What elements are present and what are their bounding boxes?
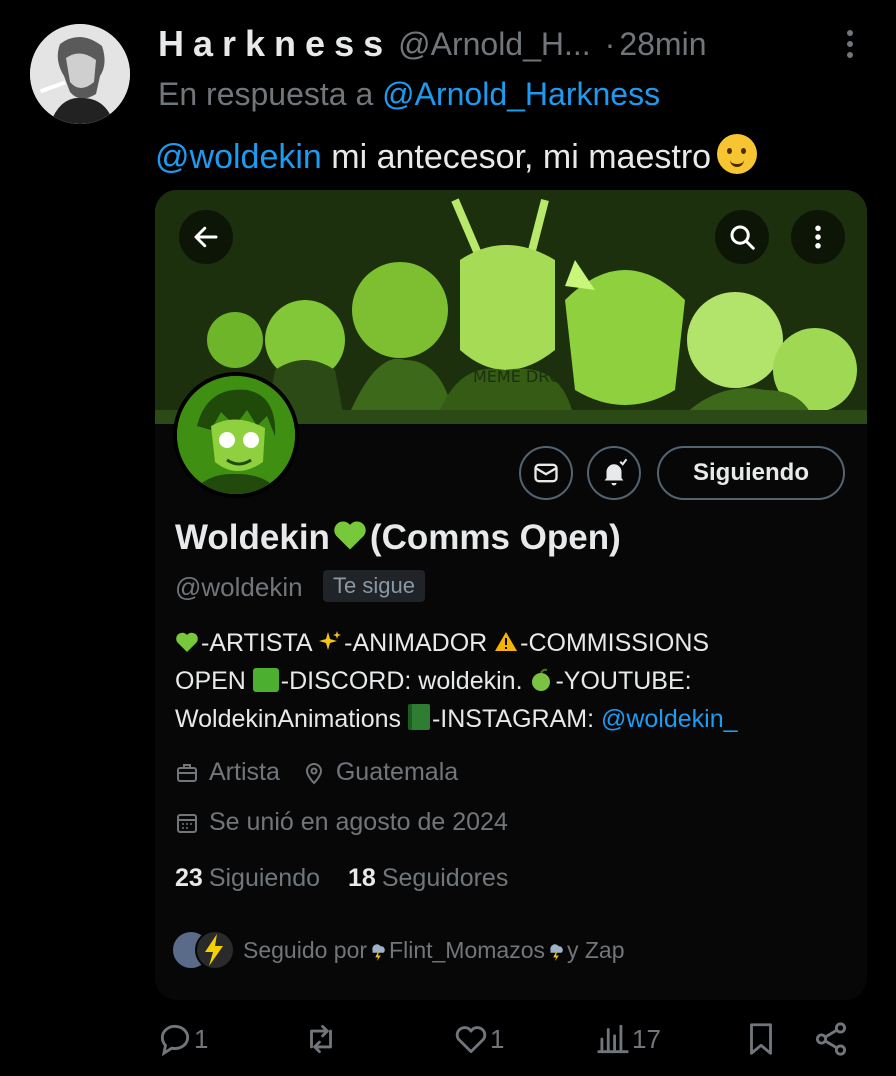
tweet-text: @woldekin mi antecesor, mi maestro bbox=[155, 134, 758, 177]
reply-bubble-icon bbox=[160, 1024, 190, 1057]
heart-icon bbox=[455, 1026, 487, 1054]
views-count: 17 bbox=[632, 1023, 661, 1054]
tweet-time[interactable]: 28min bbox=[619, 26, 706, 63]
location-item: Guatemala bbox=[302, 758, 458, 787]
green-heart-icon bbox=[334, 521, 366, 550]
saluting-face-emoji-icon bbox=[717, 134, 758, 174]
banner-meme-text: MEME DROID bbox=[473, 367, 579, 386]
reply-context: En respuesta a @Arnold_Harkness bbox=[158, 76, 660, 113]
reply-button[interactable]: 1 bbox=[156, 1020, 208, 1058]
author-handle[interactable]: @Arnold_H... bbox=[398, 26, 591, 63]
bell-icon bbox=[604, 458, 628, 486]
back-button[interactable] bbox=[179, 210, 233, 264]
mutual-avatars bbox=[171, 928, 235, 972]
followers-count-link[interactable]: 18 Seguidores bbox=[348, 864, 508, 893]
tweet-action-bar: 1 1 17 bbox=[150, 1020, 870, 1070]
profile-display-name: Woldekin (Comms Open) bbox=[175, 518, 621, 558]
warning-icon bbox=[495, 632, 518, 651]
profile-avatar[interactable] bbox=[173, 372, 299, 498]
tweet-header: Harkness @Arnold_H... · 28min bbox=[158, 22, 856, 66]
profession-item: Artista bbox=[175, 758, 280, 787]
follows-you-badge: Te sigue bbox=[323, 570, 425, 602]
envelope-icon bbox=[534, 463, 558, 483]
retweet-button[interactable] bbox=[302, 1020, 340, 1058]
retweet-icon bbox=[310, 1024, 332, 1054]
search-icon bbox=[730, 225, 755, 250]
profile-name-part1: Woldekin bbox=[175, 518, 330, 557]
attached-image[interactable]: MEME DROID Siguiendo Woldekin (Comms Ope… bbox=[155, 190, 867, 1000]
profile-handle: @woldekin bbox=[175, 572, 303, 602]
vertical-dots-icon bbox=[815, 225, 821, 249]
tweet-body: mi antecesor, mi maestro bbox=[321, 138, 712, 176]
storm-cloud-icon bbox=[550, 944, 563, 961]
joined-row: Se unió en agosto de 2024 bbox=[175, 808, 530, 837]
search-button[interactable] bbox=[715, 210, 769, 264]
briefcase-icon bbox=[177, 763, 197, 782]
bookmark-icon bbox=[750, 1023, 772, 1055]
bio-line-3: WoldekinAnimations -INSTAGRAM: @woldekin… bbox=[175, 704, 738, 733]
profile-menu-button[interactable] bbox=[791, 210, 845, 264]
lightning-avatar-icon bbox=[205, 934, 223, 966]
bio-line-2: OPEN -DISCORD: woldekin. -YOUTUBE: bbox=[175, 667, 692, 695]
joined-item: Se unió en agosto de 2024 bbox=[175, 808, 508, 837]
following-count: 23 bbox=[175, 864, 203, 892]
reply-count: 1 bbox=[194, 1023, 209, 1054]
followers-count: 18 bbox=[348, 864, 376, 892]
mutual-avatar bbox=[195, 930, 235, 970]
like-count: 1 bbox=[490, 1023, 505, 1054]
followed-by-row[interactable]: Seguido por Flint_Momazos y Zap bbox=[171, 928, 625, 972]
instagram-link[interactable]: @woldekin_ bbox=[601, 705, 738, 733]
green-apple-icon bbox=[532, 668, 551, 691]
profile-meta-row: Artista Guatemala bbox=[175, 758, 480, 787]
author-avatar[interactable] bbox=[30, 24, 130, 124]
following-button[interactable]: Siguiendo bbox=[657, 446, 845, 500]
share-button[interactable] bbox=[812, 1020, 850, 1058]
calendar-icon bbox=[177, 813, 197, 833]
notifications-button[interactable] bbox=[587, 446, 641, 500]
follow-counts: 23 Siguiendo 18 Seguidores bbox=[175, 864, 536, 893]
profile-name-part2: (Comms Open) bbox=[369, 518, 621, 557]
reply-to-link[interactable]: @Arnold_Harkness bbox=[382, 76, 660, 112]
more-options-icon[interactable] bbox=[840, 26, 860, 62]
arrow-left-icon bbox=[194, 226, 218, 248]
mutual-user-name: Flint_Momazos bbox=[389, 936, 545, 963]
bookmark-button[interactable] bbox=[742, 1020, 780, 1058]
profile-avatar-art bbox=[177, 376, 295, 494]
green-heart-icon bbox=[176, 632, 198, 652]
author-display-name[interactable]: Harkness bbox=[158, 23, 392, 65]
profile-bio: -ARTISTA -ANIMADOR -COMMISSIONS OPEN -DI… bbox=[175, 624, 855, 738]
message-button[interactable] bbox=[519, 446, 573, 500]
like-button[interactable]: 1 bbox=[452, 1020, 504, 1058]
views-button[interactable]: 17 bbox=[594, 1020, 661, 1058]
bio-line-1: -ARTISTA -ANIMADOR -COMMISSIONS bbox=[175, 624, 855, 662]
share-icon bbox=[815, 1022, 847, 1056]
sparkles-icon bbox=[319, 631, 342, 650]
following-count-link[interactable]: 23 Siguiendo bbox=[175, 864, 320, 893]
views-chart-icon bbox=[597, 1024, 629, 1054]
separator-dot: · bbox=[604, 25, 616, 62]
reply-prefix: En respuesta a bbox=[158, 76, 374, 112]
green-book-icon bbox=[407, 704, 430, 730]
mention-link[interactable]: @woldekin bbox=[155, 138, 322, 176]
location-pin-icon bbox=[305, 762, 322, 784]
storm-cloud-icon bbox=[372, 944, 385, 961]
author-avatar-image bbox=[30, 24, 130, 124]
green-square-icon bbox=[252, 668, 279, 692]
